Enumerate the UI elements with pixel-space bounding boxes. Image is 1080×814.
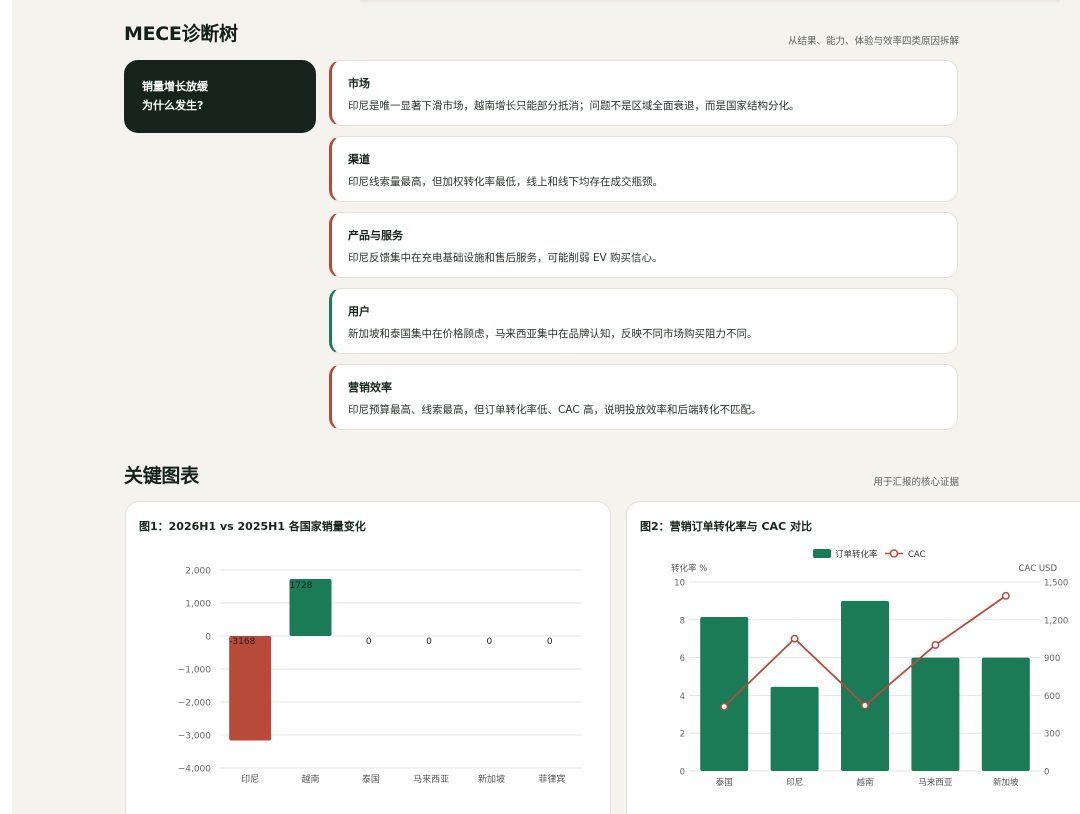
x-tick-label: 泰国 (362, 773, 380, 785)
y-axis-title-right: CAC USD (1019, 564, 1058, 574)
y-tick-label: −1,000 (178, 666, 212, 676)
sales-change-bar-chart: 2,000 1,000 0 −1,000 −2,000 −3,000 −4,000 -3168… (178, 567, 582, 785)
question-card: 销量增长放缓 为什么发生? (124, 60, 316, 133)
data-label: 0 (426, 637, 432, 647)
mece-card-product-service: 产品与服务 印尼反馈集中在充电基础设施和售后服务，可能削弱 EV 购买信心。 (329, 212, 958, 278)
cac-point (720, 702, 729, 711)
mece-card-description: 印尼反馈集中在充电基础设施和售后服务，可能削弱 EV 购买信心。 (348, 252, 663, 264)
cac-point (1001, 591, 1010, 600)
y-tick-label-right: 900 (1044, 654, 1060, 664)
y-tick-label-left: 2 (680, 730, 685, 740)
mece-card-description: 印尼预算最高、线索最高，但订单转化率低、CAC 高，说明投放效率和后端转化不匹配… (348, 404, 762, 416)
mece-card-market: 市场 印尼是唯一显著下滑市场，越南增长只能部分抵消；问题不是区域全面衰退，而是国… (329, 60, 958, 126)
y-tick-label-left: 10 (674, 579, 685, 589)
x-tick-label: 菲律宾 (538, 773, 565, 785)
bar (911, 657, 960, 771)
data-label: 1728 (290, 581, 313, 591)
y-tick-label-left: 6 (680, 654, 685, 664)
y-tick-label: 1,000 (185, 600, 211, 610)
y-tick-label-left: 8 (680, 616, 685, 626)
question-line-2: 为什么发生? (142, 99, 204, 112)
mece-card-category: 渠道 (348, 153, 370, 166)
x-tick-label: 越南 (301, 773, 319, 785)
y-tick-label: 2,000 (185, 567, 211, 577)
cac-point (931, 641, 940, 649)
mece-card-description: 新加坡和泰国集中在价格顾虑，马来西亚集中在品牌认知，反映不同市场购买阻力不同。 (348, 328, 758, 340)
y-tick-label-right: 0 (1044, 768, 1049, 778)
y-tick-label: 0 (205, 633, 211, 643)
y-tick-label-left: 4 (680, 692, 685, 702)
mece-card-category: 用户 (348, 305, 370, 318)
chart-card-conversion-cac: 图2：营销订单转化率与 CAC 对比 订单转化率 CAC 转化率 % CAC USD 0… (626, 501, 1080, 814)
x-tick-label: 印尼 (786, 777, 803, 788)
top-card-edge (360, 0, 1060, 4)
data-label: 0 (487, 637, 493, 647)
x-tick-label: 新加坡 (993, 777, 1019, 788)
x-tick-label: 马来西亚 (918, 778, 953, 788)
cac-point (790, 634, 799, 643)
legend-label: 订单转化率 (835, 549, 878, 560)
y-tick-label-right: 600 (1044, 692, 1060, 702)
y-tick-label: −4,000 (178, 765, 212, 775)
y-tick-label-right: 1,500 (1044, 579, 1068, 589)
bar (770, 686, 819, 771)
mece-card-description: 印尼线索量最高，但加权转化率最低，线上和线下均存在成交瓶颈。 (348, 176, 663, 188)
bar (700, 616, 749, 771)
data-label: 0 (366, 637, 372, 647)
y-axis-title-left: 转化率 % (671, 563, 707, 574)
chart-card-sales-change: 图1：2026H1 vs 2025H1 各国家销量变化 2,000 1,000 0 −… (125, 501, 611, 814)
x-tick-label: 印尼 (241, 773, 259, 785)
mece-card-category: 营销效率 (348, 381, 392, 394)
x-tick-label: 泰国 (716, 777, 733, 788)
mece-card-marketing-efficiency: 营销效率 印尼预算最高、线索最高，但订单转化率低、CAC 高，说明投放效率和后端… (329, 364, 958, 430)
x-tick-label: 越南 (856, 777, 873, 788)
chart-title: 图1：2026H1 vs 2025H1 各国家销量变化 (139, 520, 366, 533)
bar (981, 657, 1030, 771)
x-tick-label: 新加坡 (478, 773, 505, 785)
legend-label: CAC (908, 550, 926, 560)
cac-point (861, 701, 869, 710)
chart-title: 图2：营销订单转化率与 CAC 对比 (640, 520, 812, 533)
data-label: -3168 (229, 637, 255, 647)
mece-card-channel: 渠道 印尼线索量最高，但加权转化率最低，线上和线下均存在成交瓶颈。 (329, 136, 958, 202)
charts-section-title: 关键图表 (124, 465, 199, 487)
charts-section-subtitle: 用于汇报的核心证据 (873, 477, 959, 488)
mece-card-category: 市场 (348, 77, 370, 90)
y-tick-label: −2,000 (178, 699, 212, 709)
y-tick-label-right: 300 (1044, 730, 1060, 740)
conversion-cac-combo-chart: 订单转化率 CAC 转化率 % CAC USD 0 0 2 300 4 600 6 900 8 1,200… (671, 549, 1068, 788)
mece-card-category: 产品与服务 (348, 229, 403, 242)
legend-swatch-marker (889, 549, 899, 558)
mece-section-subtitle: 从结果、能力、体验与效率四类原因拆解 (787, 36, 959, 47)
mece-section-title: MECE诊断树 (124, 23, 238, 45)
question-line-1: 销量增长放缓 (142, 80, 208, 93)
bar (229, 636, 272, 741)
mece-card-user: 用户 新加坡和泰国集中在价格顾虑，马来西亚集中在品牌认知，反映不同市场购买阻力不… (329, 288, 958, 354)
x-tick-label: 马来西亚 (413, 774, 449, 785)
y-tick-label-right: 1,200 (1044, 616, 1068, 626)
data-label: 0 (547, 637, 553, 647)
y-tick-label-left: 0 (680, 768, 685, 778)
mece-card-description: 印尼是唯一显著下滑市场，越南增长只能部分抵消；问题不是区域全面衰退，而是国家结构… (348, 100, 800, 112)
legend-swatch-bar (813, 549, 831, 558)
y-tick-label: −3,000 (178, 732, 212, 742)
bar (841, 600, 889, 771)
